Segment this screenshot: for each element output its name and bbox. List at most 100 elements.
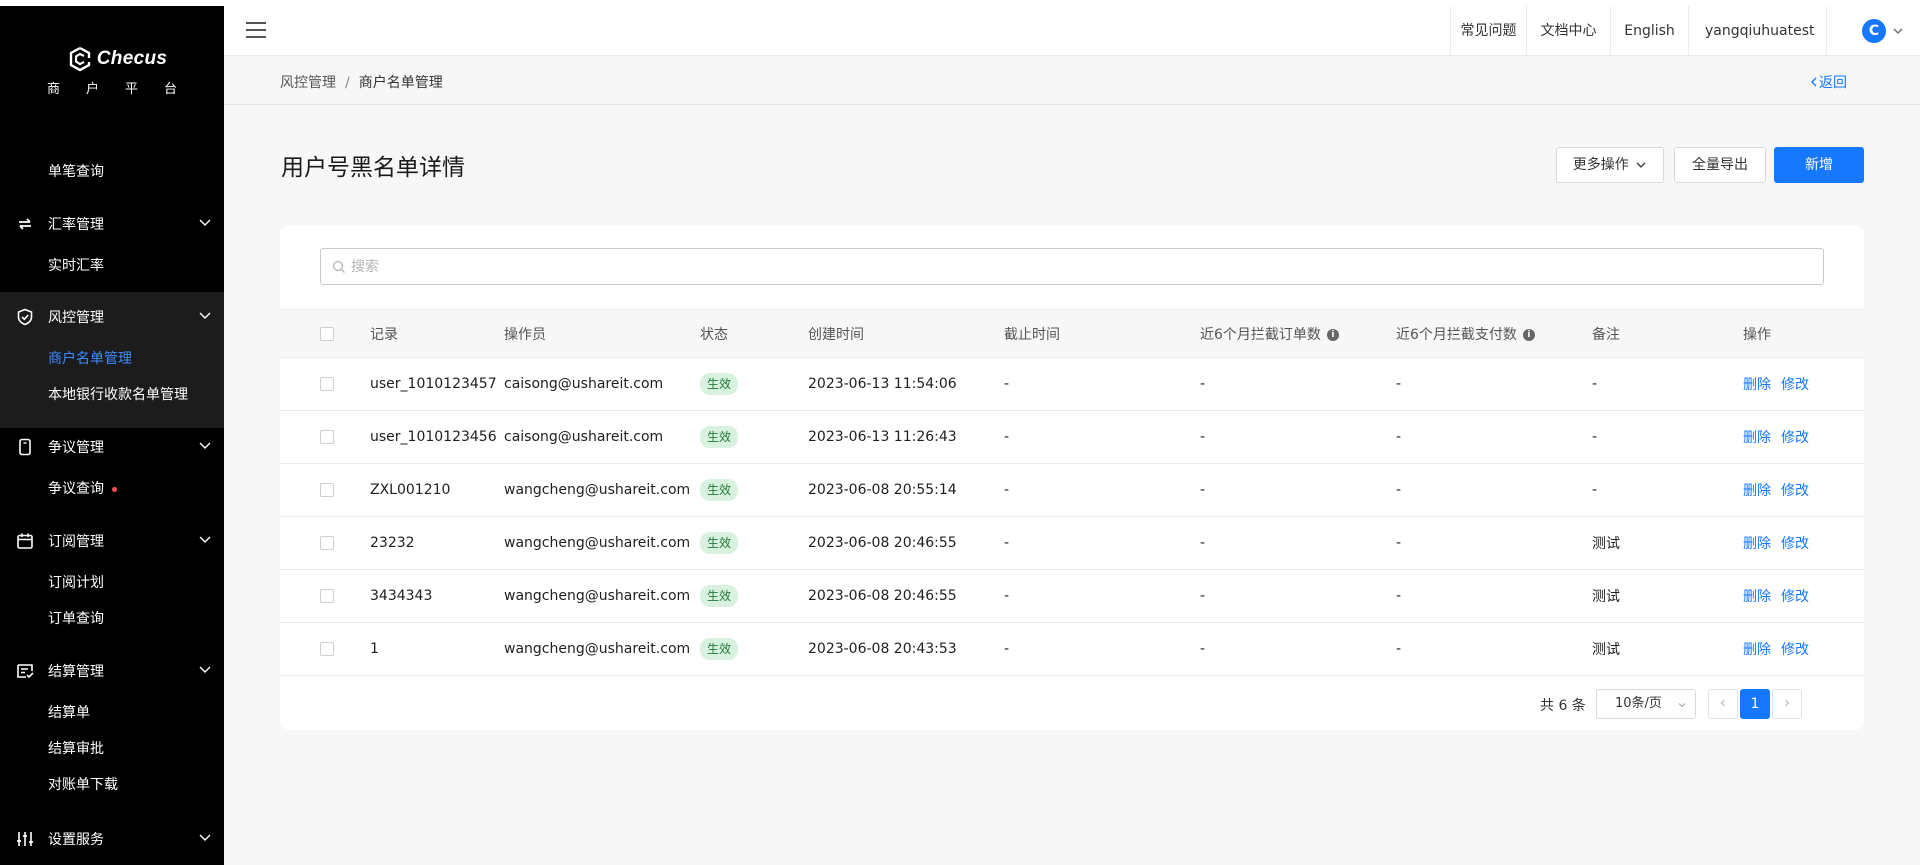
next-page-button[interactable]: [1772, 689, 1802, 719]
delete-link[interactable]: 删除: [1743, 589, 1771, 605]
sidebar-item-merchant-list[interactable]: 商户名单管理: [48, 348, 132, 368]
cell-created: 2023-06-13 11:26:43: [808, 410, 1004, 464]
table-row: 3434343 wangcheng@ushareit.com 生效 2023-06-0…: [280, 569, 1864, 623]
sidebar-group-dispute[interactable]: 争议管理: [0, 424, 224, 470]
page-size-label: 10条/页: [1615, 696, 1662, 711]
chevron-right-icon: [1785, 699, 1790, 707]
cell-record: user_1010123457: [370, 357, 504, 411]
sidebar-item-label: 争议查询: [48, 481, 104, 497]
delete-link[interactable]: 删除: [1743, 483, 1771, 499]
user-menu[interactable]: yangqiuhuatest: [1688, 6, 1826, 84]
select-all-checkbox[interactable]: [320, 326, 334, 341]
brand-name: Checus: [96, 48, 168, 69]
header-actions: 操作: [1743, 309, 1864, 358]
search-input[interactable]: [351, 256, 1751, 278]
delete-link[interactable]: 删除: [1743, 536, 1771, 552]
sidebar-item-order-query[interactable]: 订单查询: [48, 608, 104, 628]
row-checkbox[interactable]: [320, 483, 334, 497]
avatar[interactable]: C: [1862, 19, 1886, 43]
status-badge: 生效: [700, 638, 739, 660]
add-new-button[interactable]: 新增: [1774, 147, 1864, 183]
edit-link[interactable]: 修改: [1781, 536, 1809, 552]
sidebar-item-settlement-bill[interactable]: 结算单: [48, 702, 90, 722]
header-orders-col: 近6个月拦截订单数 i: [1200, 309, 1396, 358]
cell-operator: caisong@ushareit.com: [504, 410, 700, 464]
exchange-icon: [19, 218, 31, 230]
back-link[interactable]: 返回: [1809, 72, 1847, 92]
cell-created: 2023-06-08 20:46:55: [808, 569, 1004, 623]
menu-toggle-icon[interactable]: [246, 22, 266, 40]
delete-link[interactable]: 删除: [1743, 377, 1771, 393]
edit-link[interactable]: 修改: [1781, 483, 1809, 499]
header-deadline: 截止时间: [1004, 309, 1200, 358]
row-checkbox[interactable]: [320, 589, 334, 603]
sidebar-group-subscription[interactable]: 订阅管理: [0, 518, 224, 564]
sidebar-item-subscription-plan[interactable]: 订阅计划: [48, 572, 104, 592]
info-icon[interactable]: i: [1522, 328, 1535, 341]
select-all-cell: [280, 309, 370, 358]
status-badge: 生效: [700, 532, 739, 554]
cell-actions: 删除 修改: [1743, 622, 1864, 676]
delete-link[interactable]: 删除: [1743, 642, 1771, 658]
sidebar-item-settlement-approval[interactable]: 结算审批: [48, 738, 104, 758]
cell-deadline: -: [1004, 463, 1200, 517]
sidebar-item-dispute-query[interactable]: 争议查询: [48, 478, 117, 498]
breadcrumb-parent[interactable]: 风控管理: [280, 75, 336, 91]
cell-payments: -: [1396, 569, 1592, 623]
sidebar-group-label: 汇率管理: [48, 217, 104, 233]
page-number-button[interactable]: 1: [1740, 689, 1770, 719]
sidebar-item-statement-download[interactable]: 对账单下载: [48, 774, 118, 794]
sidebar-item-single-query[interactable]: 单笔查询: [48, 161, 104, 181]
edit-link[interactable]: 修改: [1781, 589, 1809, 605]
back-label: 返回: [1819, 75, 1847, 91]
cell-deadline: -: [1004, 622, 1200, 676]
sidebar-item-realtime-rate[interactable]: 实时汇率: [48, 255, 104, 275]
docs-link[interactable]: 文档中心: [1526, 6, 1610, 56]
row-checkbox[interactable]: [320, 377, 334, 391]
cell-remark: -: [1592, 410, 1743, 464]
chevron-down-icon: [199, 312, 211, 319]
prev-page-button[interactable]: [1708, 689, 1738, 719]
cell-orders: -: [1200, 516, 1396, 570]
cell-remark: 测试: [1592, 569, 1743, 623]
search-icon: [332, 260, 345, 273]
cell-orders: -: [1200, 463, 1396, 517]
row-checkbox[interactable]: [320, 430, 334, 444]
cell-remark: 测试: [1592, 622, 1743, 676]
info-icon[interactable]: i: [1326, 328, 1339, 341]
table-row: ZXL001210 wangcheng@ushareit.com 生效 2023-06…: [280, 463, 1864, 517]
cell-remark: 测试: [1592, 516, 1743, 570]
edit-link[interactable]: 修改: [1781, 377, 1809, 393]
sidebar-group-settlement[interactable]: 结算管理: [0, 648, 224, 694]
status-badge: 生效: [700, 426, 739, 448]
page-size-select[interactable]: 10条/页: [1596, 689, 1696, 719]
cell-record: user_1010123456: [370, 410, 504, 464]
table-row: user_1010123456 caisong@ushareit.com 生效 202…: [280, 410, 1864, 464]
edit-link[interactable]: 修改: [1781, 430, 1809, 446]
sidebar-group-label: 设置服务: [48, 832, 104, 848]
chevron-down-icon: [1678, 703, 1686, 708]
cell-created: 2023-06-08 20:46:55: [808, 516, 1004, 570]
search-box[interactable]: [320, 248, 1824, 285]
sidebar-group-exchange[interactable]: 汇率管理: [0, 201, 224, 247]
language-switch[interactable]: English: [1610, 6, 1688, 56]
cell-operator: wangcheng@ushareit.com: [504, 622, 700, 676]
sidebar: Checus 商户平台 单笔查询 汇率管理 实时汇率 风控管理 商户名单管理 本…: [0, 6, 224, 865]
header-operator: 操作员: [504, 309, 700, 358]
more-actions-button[interactable]: 更多操作: [1556, 147, 1664, 183]
sidebar-group-settings[interactable]: 设置服务: [0, 816, 224, 862]
row-checkbox[interactable]: [320, 642, 334, 656]
cell-deadline: -: [1004, 516, 1200, 570]
faq-link[interactable]: 常见问题: [1450, 6, 1526, 56]
cell-operator: wangcheng@ushareit.com: [504, 463, 700, 517]
cell-created: 2023-06-13 11:54:06: [808, 357, 1004, 411]
row-checkbox[interactable]: [320, 536, 334, 550]
row-select-cell: [280, 357, 370, 411]
sidebar-group-risk[interactable]: 风控管理: [0, 294, 224, 340]
edit-link[interactable]: 修改: [1781, 642, 1809, 658]
header-status: 状态: [700, 309, 808, 358]
pagination-total: 共 6 条: [1540, 698, 1586, 714]
delete-link[interactable]: 删除: [1743, 430, 1771, 446]
export-all-button[interactable]: 全量导出: [1674, 147, 1766, 183]
sidebar-item-local-bank-list[interactable]: 本地银行收款名单管理: [48, 384, 188, 404]
